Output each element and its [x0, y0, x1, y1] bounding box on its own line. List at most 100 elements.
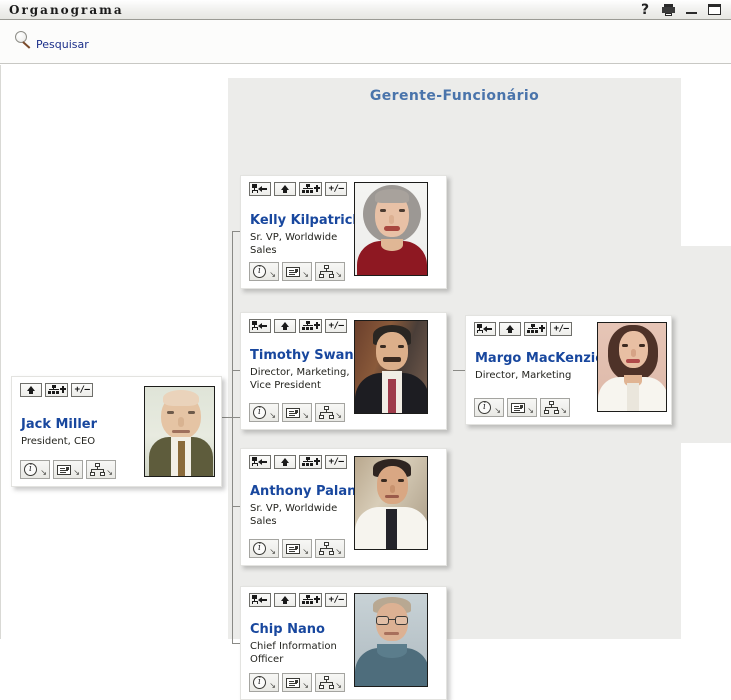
person-card[interactable]: +/– Kelly Kilpatrick Sr. VP, Worldwide S…: [240, 175, 447, 289]
info-button[interactable]: i ↘: [474, 398, 504, 417]
dropdown-caret-icon: ↘: [269, 411, 276, 420]
expand-collapse-button[interactable]: +/–: [71, 383, 93, 397]
goto-manager-button[interactable]: [249, 182, 271, 196]
help-icon: ?: [640, 1, 650, 18]
help-button[interactable]: ?: [638, 3, 652, 17]
plus-minus-icon: +/–: [553, 323, 569, 334]
goto-manager-button[interactable]: [474, 322, 496, 336]
info-button[interactable]: i ↘: [249, 262, 279, 281]
dropdown-caret-icon: ↘: [269, 547, 276, 556]
person-card[interactable]: +/– Chip Nano Chief Information Officer …: [240, 586, 447, 700]
details-button[interactable]: ↘: [53, 460, 83, 479]
dropdown-caret-icon: ↘: [269, 270, 276, 279]
goto-manager-button[interactable]: [249, 593, 271, 607]
search-button[interactable]: Pesquisar: [14, 30, 89, 52]
person-title: Sr. VP, Worldwide Sales: [250, 232, 338, 256]
maximize-button[interactable]: [707, 3, 721, 17]
card-toolbar-top: +/–: [249, 455, 347, 469]
hierarchy-button[interactable]: ↘: [86, 460, 116, 479]
connector-tim-margo: [453, 370, 465, 371]
move-up-button[interactable]: [274, 593, 296, 607]
minimize-button[interactable]: [684, 3, 698, 17]
person-title: President, CEO: [21, 436, 96, 447]
minimize-icon: [685, 12, 697, 14]
goto-manager-button[interactable]: [249, 319, 271, 333]
expand-collapse-button[interactable]: +/–: [325, 593, 347, 607]
person-title: Sr. VP, Worldwide Sales: [250, 503, 338, 527]
node-back-icon: [252, 184, 268, 194]
add-chart-button[interactable]: [299, 319, 322, 333]
dropdown-caret-icon: ↘: [335, 547, 342, 556]
print-icon: [661, 3, 675, 16]
up-arrow-icon: [280, 457, 290, 467]
expand-collapse-button[interactable]: +/–: [325, 182, 347, 196]
hierarchy-icon: [319, 676, 334, 689]
info-button[interactable]: i ↘: [249, 539, 279, 558]
details-button[interactable]: ↘: [282, 539, 312, 558]
dropdown-caret-icon: ↘: [269, 681, 276, 690]
card-toolbar-bottom: i ↘ ↘ ↘: [249, 539, 345, 558]
info-button[interactable]: i ↘: [20, 460, 50, 479]
add-chart-button[interactable]: [299, 182, 322, 196]
window-title: Organograma: [9, 2, 124, 17]
expand-collapse-button[interactable]: +/–: [325, 319, 347, 333]
details-button[interactable]: ↘: [282, 403, 312, 422]
goto-manager-button[interactable]: [249, 455, 271, 469]
hierarchy-button[interactable]: ↘: [540, 398, 570, 417]
add-chart-button[interactable]: [524, 322, 547, 336]
hierarchy-button[interactable]: ↘: [315, 539, 345, 558]
info-icon: i: [24, 463, 37, 476]
hierarchy-button[interactable]: ↘: [315, 262, 345, 281]
hierarchy-button[interactable]: ↘: [315, 403, 345, 422]
info-button[interactable]: i ↘: [249, 403, 279, 422]
person-card[interactable]: +/– Margo MacKenzie Director, Marketing …: [465, 315, 672, 425]
person-card[interactable]: +/– Anthony Palani Sr. VP, Worldwide Sal…: [240, 448, 447, 566]
expand-collapse-button[interactable]: +/–: [550, 322, 572, 336]
details-button[interactable]: ↘: [282, 262, 312, 281]
chart-plus-icon: [302, 184, 320, 194]
hierarchy-button[interactable]: ↘: [315, 673, 345, 692]
move-up-button[interactable]: [274, 319, 296, 333]
window-controls: ?: [638, 3, 731, 17]
person-card[interactable]: +/– Jack Miller President, CEO i ↘ ↘ ↘: [11, 376, 222, 487]
plus-minus-icon: +/–: [328, 320, 344, 331]
info-icon: i: [478, 401, 491, 414]
move-up-button[interactable]: [274, 455, 296, 469]
move-up-button[interactable]: [20, 383, 42, 397]
card-toolbar-top: +/–: [474, 322, 572, 336]
expand-collapse-button[interactable]: +/–: [325, 455, 347, 469]
business-card-icon: [57, 464, 71, 475]
dropdown-caret-icon: ↘: [302, 547, 309, 556]
card-toolbar-bottom: i ↘ ↘ ↘: [20, 460, 116, 479]
plus-minus-icon: +/–: [328, 594, 344, 605]
add-chart-button[interactable]: [299, 593, 322, 607]
person-card[interactable]: +/– Timothy Swan Director, Marketing, Vi…: [240, 312, 447, 430]
details-button[interactable]: ↘: [507, 398, 537, 417]
card-toolbar-top: +/–: [249, 319, 347, 333]
dropdown-caret-icon: ↘: [494, 406, 501, 415]
info-button[interactable]: i ↘: [249, 673, 279, 692]
connector-to-chip: [232, 643, 240, 644]
move-up-button[interactable]: [274, 182, 296, 196]
add-chart-button[interactable]: [299, 455, 322, 469]
person-name: Kelly Kilpatrick: [250, 213, 362, 228]
hierarchy-icon: [319, 406, 334, 419]
move-up-button[interactable]: [499, 322, 521, 336]
person-title: Director, Marketing: [475, 370, 572, 381]
org-chart-canvas[interactable]: Gerente-Funcionário +/– Jack Miller Pres…: [0, 65, 731, 700]
add-chart-button[interactable]: [45, 383, 68, 397]
person-title: Chief Information Officer: [250, 641, 337, 665]
business-card-icon: [511, 402, 525, 413]
business-card-icon: [286, 677, 300, 688]
print-button[interactable]: [661, 3, 675, 17]
dropdown-caret-icon: ↘: [302, 411, 309, 420]
details-button[interactable]: ↘: [282, 673, 312, 692]
connector-to-tim: [232, 370, 240, 371]
card-toolbar-top: +/–: [249, 182, 347, 196]
person-title: Director, Marketing, Vice President: [250, 367, 350, 391]
panel-title: Gerente-Funcionário: [369, 88, 540, 104]
node-back-icon: [477, 324, 493, 334]
dropdown-caret-icon: ↘: [106, 468, 113, 477]
dropdown-caret-icon: ↘: [335, 411, 342, 420]
hierarchy-icon: [319, 265, 334, 278]
